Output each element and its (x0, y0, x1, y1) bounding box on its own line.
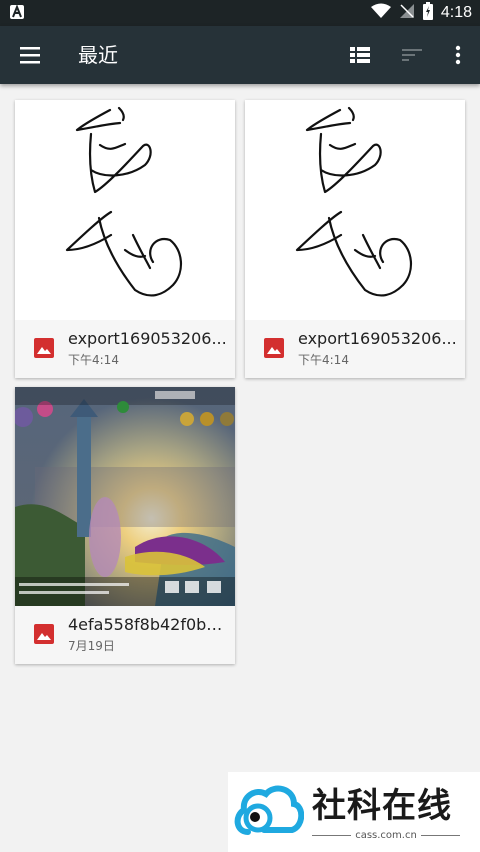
sort-icon[interactable] (400, 43, 424, 67)
file-meta: 4efa558f8b42f0b6... 7月19日 (15, 606, 235, 664)
watermark: 社科在线 cass.com.cn (228, 772, 480, 852)
image-file-icon (34, 338, 54, 358)
file-thumbnail (15, 100, 235, 320)
divider (420, 835, 461, 836)
file-thumbnail (245, 100, 465, 320)
image-file-icon (34, 624, 54, 644)
divider (312, 835, 352, 836)
game-screenshot-image (15, 387, 235, 606)
file-meta: export169053206... 下午4:14 (15, 320, 235, 378)
watermark-domain-row: cass.com.cn (312, 830, 461, 841)
file-date: 下午4:14 (68, 353, 119, 367)
status-time: 4:18 (440, 4, 472, 21)
watermark-text: 社科在线 (312, 786, 452, 826)
notification-app-icon (10, 5, 24, 19)
file-card[interactable]: export169053206... 下午4:14 (245, 100, 465, 378)
app-bar: 最近 (0, 26, 480, 84)
file-name: export169053206... (298, 329, 457, 348)
watermark-domain: cass.com.cn (355, 830, 417, 841)
watermark-logo-icon (234, 782, 305, 842)
menu-icon[interactable] (18, 43, 42, 67)
no-signal-icon (399, 3, 415, 23)
file-date: 7月19日 (68, 639, 115, 653)
wifi-icon (370, 3, 391, 23)
more-vert-icon[interactable] (446, 43, 470, 67)
signature-drawing (295, 106, 412, 297)
signature-drawing (65, 106, 182, 297)
page-title: 最近 (78, 43, 118, 67)
file-name: export169053206... (68, 329, 227, 348)
grid-view-icon[interactable] (348, 43, 372, 67)
image-file-icon (264, 338, 284, 358)
file-card[interactable]: export169053206... 下午4:14 (15, 100, 235, 378)
file-thumbnail (15, 387, 235, 606)
file-card[interactable]: 4efa558f8b42f0b6... 7月19日 (15, 387, 235, 664)
status-bar: 4:18 (0, 0, 480, 26)
file-date: 下午4:14 (298, 353, 349, 367)
file-meta: export169053206... 下午4:14 (245, 320, 465, 378)
battery-charging-icon (422, 2, 433, 24)
file-name: 4efa558f8b42f0b6... (68, 615, 228, 634)
